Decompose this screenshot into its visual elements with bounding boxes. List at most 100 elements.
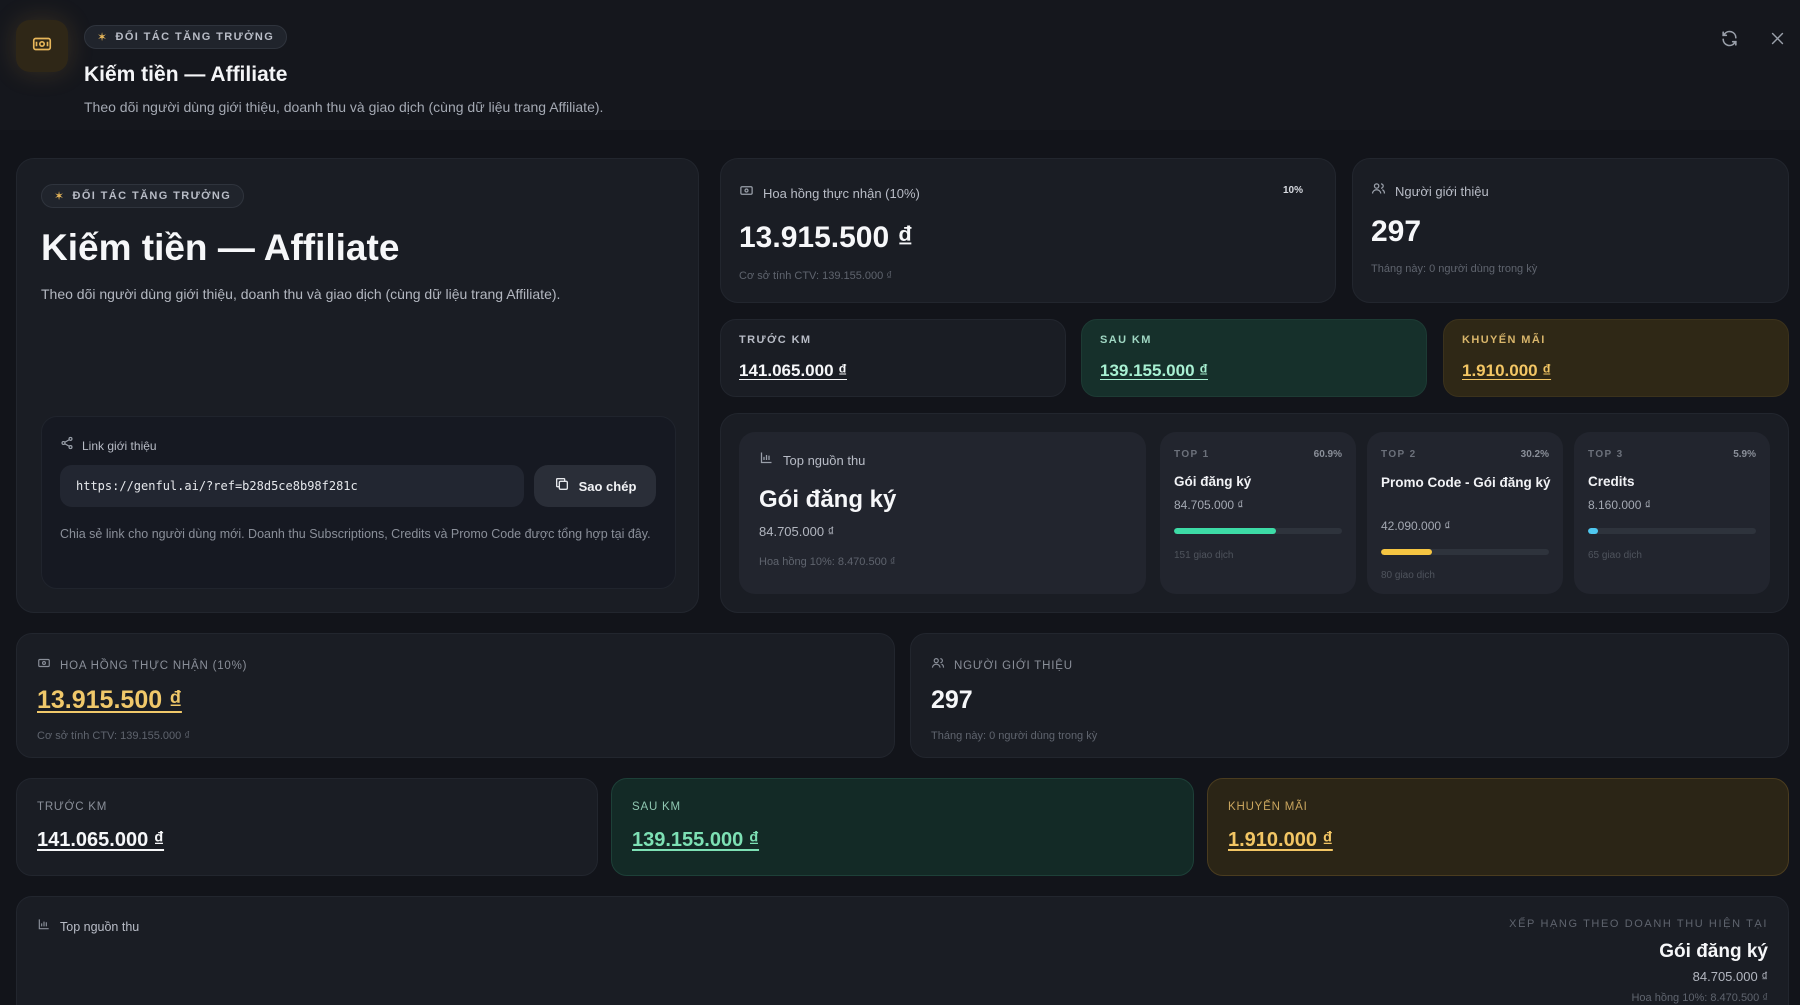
rank-name: Promo Code - Gói đăng ký xyxy=(1381,475,1551,490)
refresh-icon xyxy=(1720,29,1739,53)
close-icon xyxy=(1769,30,1786,52)
referrers-note: Tháng này: 0 người dùng trong kỳ xyxy=(1371,263,1538,275)
promo-label: KHUYẾN MÃI xyxy=(1462,334,1546,346)
lower-referrers-label: NGƯỜI GIỚI THIỆU xyxy=(954,659,1073,672)
app-header: ✶ ĐỐI TÁC TĂNG TRƯỞNG Kiếm tiền — Affili… xyxy=(0,0,1800,130)
rank-progress-track xyxy=(1174,528,1342,534)
lower-commission-label: HOA HỒNG THỰC NHẬN (10%) xyxy=(60,659,248,672)
header-badge-text: ĐỐI TÁC TĂNG TRƯỞNG xyxy=(115,31,275,43)
lower-before-label: TRƯỚC KM xyxy=(37,801,108,813)
rank-progress-fill xyxy=(1588,528,1598,534)
lower-commission-value: 13.915.500 ₫ xyxy=(37,686,182,714)
lower-referrers-label-row: NGƯỜI GIỚI THIỆU xyxy=(931,656,1073,675)
rank-pct: 60.9% xyxy=(1313,449,1342,460)
lower-commission-label-row: HOA HỒNG THỰC NHẬN (10%) xyxy=(37,656,247,675)
copy-button-label: Sao chép xyxy=(578,478,637,494)
users-icon xyxy=(931,656,945,675)
referral-panel: Link giới thiệu https://genful.ai/?ref=b… xyxy=(41,416,676,589)
after-label: SAU KM xyxy=(1100,334,1152,346)
rank-label: TOP 3 xyxy=(1588,449,1624,460)
top-source-amount: 84.705.000 ₫ xyxy=(759,524,835,539)
referral-note: Chia sẻ link cho người dùng mới. Doanh t… xyxy=(60,527,651,541)
lower-top-source-name: Gói đăng ký xyxy=(1659,941,1768,962)
sparkle-icon: ✶ xyxy=(54,189,66,203)
rank-amount: 42.090.000 ₫ xyxy=(1381,519,1451,533)
lower-referrers-value: 297 xyxy=(931,686,973,714)
header-badge: ✶ ĐỐI TÁC TĂNG TRƯỞNG xyxy=(84,25,288,49)
referrers-card: Người giới thiệu 297 Tháng này: 0 người … xyxy=(1352,158,1789,303)
money-icon xyxy=(739,183,754,203)
rank-name: Credits xyxy=(1588,474,1635,489)
money-icon xyxy=(37,656,51,675)
lower-top-source-label: Top nguồn thu xyxy=(60,919,140,934)
lower-after-value: 139.155.000 ₫ xyxy=(632,829,760,851)
rank-pct: 30.2% xyxy=(1520,449,1549,460)
lower-promo-value: 1.910.000 ₫ xyxy=(1228,829,1333,851)
wallet-icon xyxy=(31,33,53,60)
top-source-label-row: Top nguồn thu xyxy=(759,450,865,470)
wallet-icon-tile xyxy=(16,20,68,72)
rank-progress-fill xyxy=(1381,549,1432,555)
lower-promo-card: KHUYẾN MÃI 1.910.000 ₫ xyxy=(1207,778,1789,876)
rank-transactions: 151 giao dịch xyxy=(1174,550,1234,561)
commission-value: 13.915.500 ₫ xyxy=(739,221,913,254)
top-rank-card-1: TOP 1 60.9% Gói đăng ký 84.705.000 ₫ 151… xyxy=(1160,432,1356,594)
lower-after-card: SAU KM 139.155.000 ₫ xyxy=(611,778,1194,876)
hero-card: ✶ ĐỐI TÁC TĂNG TRƯỞNG Kiếm tiền — Affili… xyxy=(16,158,699,613)
commission-label-row: Hoa hồng thực nhận (10%) xyxy=(739,183,920,203)
commission-rate-badge: 10% xyxy=(1283,185,1304,196)
lower-top-source-amount: 84.705.000 ₫ xyxy=(1692,969,1768,984)
rank-amount: 84.705.000 ₫ xyxy=(1174,498,1244,512)
commission-base: Cơ sở tính CTV: 139.155.000 ₫ xyxy=(739,270,892,282)
refresh-button[interactable] xyxy=(1716,28,1742,54)
hero-subtitle: Theo dõi người dùng giới thiệu, doanh th… xyxy=(41,286,561,302)
before-value: 141.065.000 ₫ xyxy=(739,361,847,380)
top-sources-panel: Top nguồn thu Gói đăng ký 84.705.000 ₫ H… xyxy=(720,413,1789,613)
copy-icon xyxy=(554,476,570,497)
lower-promo-label: KHUYẾN MÃI xyxy=(1228,801,1308,813)
bar-chart-icon xyxy=(37,917,51,936)
rank-progress-fill xyxy=(1174,528,1277,534)
before-promo-card: TRƯỚC KM 141.065.000 ₫ xyxy=(720,319,1066,397)
referrers-label: Người giới thiệu xyxy=(1395,183,1489,199)
after-promo-card: SAU KM 139.155.000 ₫ xyxy=(1081,319,1427,397)
share-icon xyxy=(60,436,74,455)
lower-top-sources-card: Top nguồn thu XẾP HẠNG THEO DOANH THU HI… xyxy=(16,896,1789,1005)
referral-label: Link giới thiệu xyxy=(82,438,157,453)
close-button[interactable] xyxy=(1764,28,1790,54)
commission-card: Hoa hồng thực nhận (10%) 10% 13.915.500 … xyxy=(720,158,1336,303)
top-rank-card-3: TOP 3 5.9% Credits 8.160.000 ₫ 65 giao d… xyxy=(1574,432,1770,594)
ranking-caption: XẾP HẠNG THEO DOANH THU HIỆN TẠI xyxy=(1509,918,1768,930)
referrers-value: 297 xyxy=(1371,215,1422,248)
lower-referrers-card: NGƯỜI GIỚI THIỆU 297 Tháng này: 0 người … xyxy=(910,633,1789,758)
rank-label: TOP 2 xyxy=(1381,449,1417,460)
users-icon xyxy=(1371,181,1386,201)
referrers-label-row: Người giới thiệu xyxy=(1371,181,1489,201)
header-title: Kiếm tiền — Affiliate xyxy=(84,63,288,86)
referral-url-field[interactable]: https://genful.ai/?ref=b28d5ce8b98f281c xyxy=(60,465,524,507)
commission-label: Hoa hồng thực nhận (10%) xyxy=(763,185,920,201)
promo-card: KHUYẾN MÃI 1.910.000 ₫ xyxy=(1443,319,1789,397)
top-rank-card-2: TOP 2 30.2% Promo Code - Gói đăng ký 42.… xyxy=(1367,432,1563,594)
rank-progress-track xyxy=(1588,528,1756,534)
rank-name: Gói đăng ký xyxy=(1174,474,1252,489)
lower-top-source-label-row: Top nguồn thu xyxy=(37,917,139,936)
lower-top-source-commission: Hoa hồng 10%: 8.470.500 ₫ xyxy=(1631,992,1768,1004)
promo-value: 1.910.000 ₫ xyxy=(1462,361,1552,380)
top-source-card: Top nguồn thu Gói đăng ký 84.705.000 ₫ H… xyxy=(739,432,1146,594)
lower-referrers-note: Tháng này: 0 người dùng trong kỳ xyxy=(931,730,1098,742)
before-label: TRƯỚC KM xyxy=(739,334,812,346)
bar-chart-icon xyxy=(759,450,774,470)
top-source-commission: Hoa hồng 10%: 8.470.500 ₫ xyxy=(759,556,896,568)
hero-badge-text: ĐỐI TÁC TĂNG TRƯỞNG xyxy=(72,190,232,202)
top-source-name: Gói đăng ký xyxy=(759,486,897,513)
lower-commission-card: HOA HỒNG THỰC NHẬN (10%) 13.915.500 ₫ Cơ… xyxy=(16,633,895,758)
lower-after-label: SAU KM xyxy=(632,801,681,813)
rank-amount: 8.160.000 ₫ xyxy=(1588,498,1651,512)
after-value: 139.155.000 ₫ xyxy=(1100,361,1208,380)
copy-button[interactable]: Sao chép xyxy=(534,465,656,507)
referral-label-row: Link giới thiệu xyxy=(60,436,157,455)
rank-label: TOP 1 xyxy=(1174,449,1210,460)
header-subtitle: Theo dõi người dùng giới thiệu, doanh th… xyxy=(84,99,604,115)
top-source-label: Top nguồn thu xyxy=(783,452,866,468)
